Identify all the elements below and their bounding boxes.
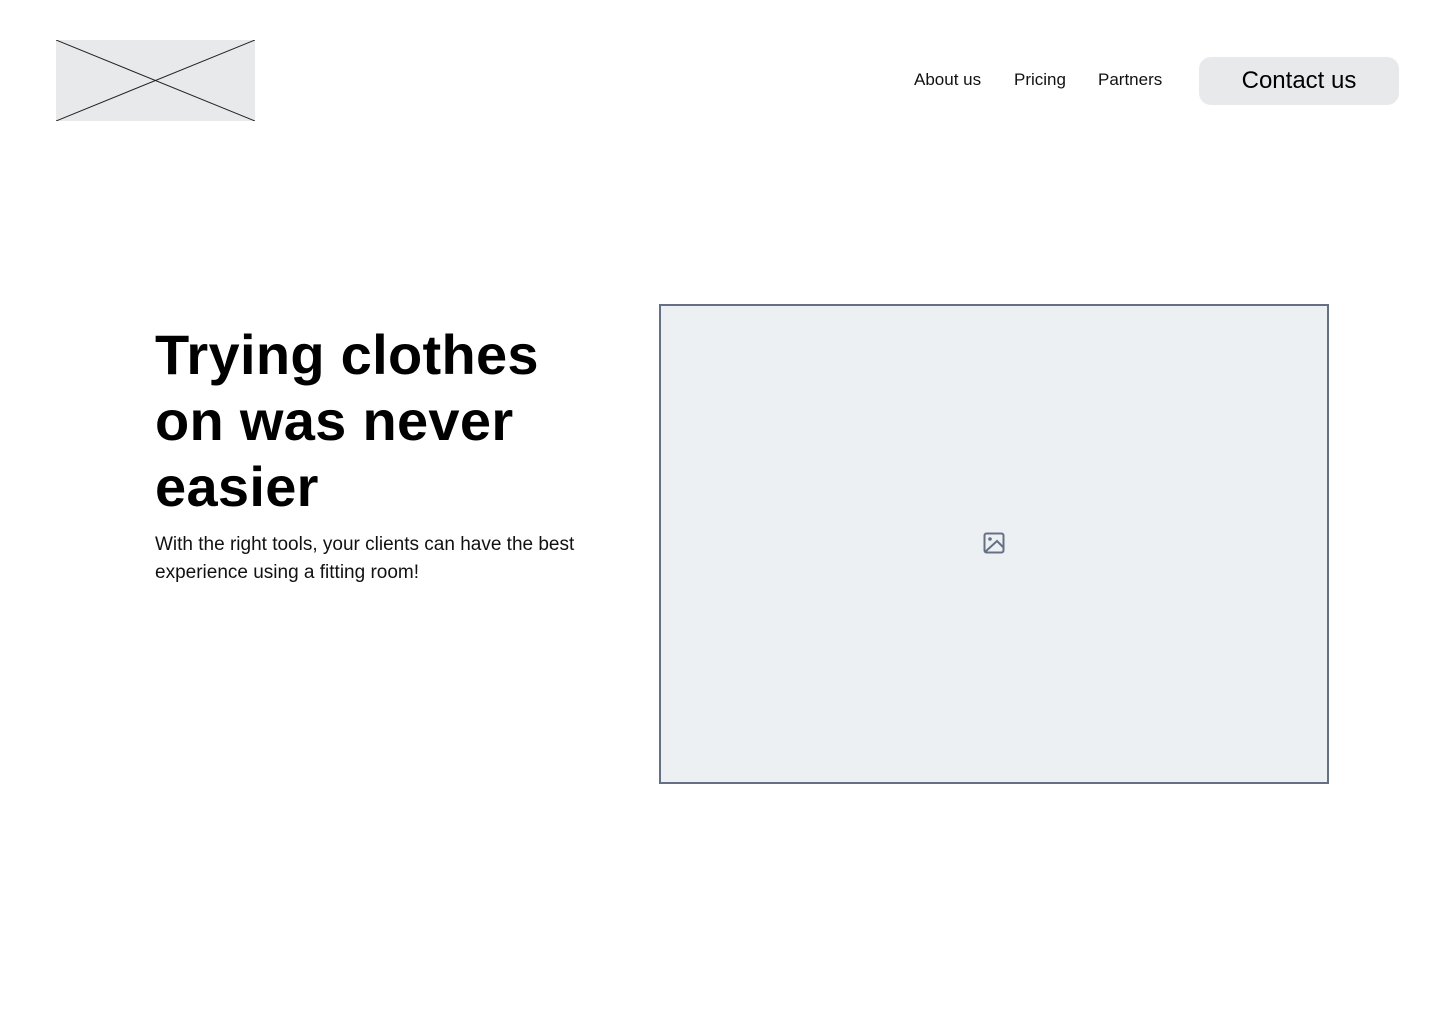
hero-headline: Trying clothes on was never easier	[155, 323, 539, 518]
hero-subtext: With the right tools, your clients can h…	[155, 534, 575, 583]
image-icon	[983, 532, 1005, 554]
contact-us-button[interactable]: Contact us	[1199, 57, 1399, 105]
logo-placeholder[interactable]	[56, 40, 255, 121]
hero-image-placeholder	[659, 304, 1329, 784]
nav-pricing[interactable]: Pricing	[1014, 70, 1066, 90]
placeholder-x-icon	[56, 40, 255, 121]
nav-partners[interactable]: Partners	[1098, 70, 1162, 90]
nav-about-us[interactable]: About us	[914, 70, 981, 90]
